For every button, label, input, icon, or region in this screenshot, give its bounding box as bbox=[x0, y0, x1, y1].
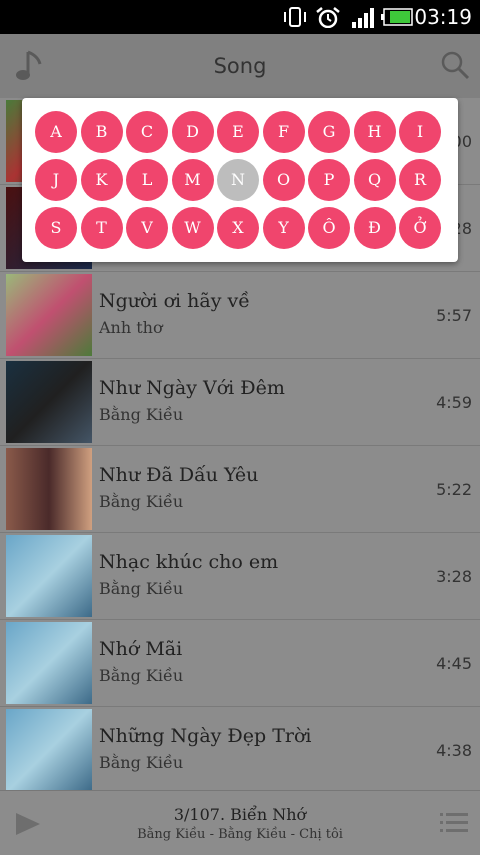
alphabet-picker: ABCDEFGHI JKLMNOPQR STVWXYÔĐỞ bbox=[22, 98, 458, 262]
album-art bbox=[6, 448, 92, 530]
now-playing-title: 3/107. Biển Nhớ bbox=[173, 805, 307, 824]
letter-button[interactable]: D bbox=[171, 111, 214, 153]
song-artist: Bằng Kiều bbox=[99, 405, 184, 424]
list-item[interactable]: Những Ngày Đẹp Trời Bằng Kiều 4:38 bbox=[0, 707, 480, 790]
list-item[interactable]: Người ơi hãy về Anh thơ 5:57 bbox=[0, 272, 480, 359]
letter-button[interactable]: T bbox=[80, 207, 123, 249]
app-bar: Song bbox=[0, 34, 480, 99]
letter-button[interactable]: V bbox=[126, 207, 168, 249]
list-item[interactable]: Như Đã Dấu Yêu Bằng Kiều 5:22 bbox=[0, 446, 480, 533]
mini-player[interactable]: 3/107. Biển Nhớ Bằng Kiều - Bằng Kiều - … bbox=[0, 790, 480, 855]
song-duration: 4:45 bbox=[436, 654, 472, 673]
song-artist: Bằng Kiều bbox=[99, 753, 184, 772]
song-title: Nhớ Mãi bbox=[99, 638, 183, 660]
song-title: Nhạc khúc cho em bbox=[99, 551, 279, 573]
letter-button[interactable]: M bbox=[171, 159, 214, 201]
list-item[interactable]: Nhạc khúc cho em Bằng Kiều 3:28 bbox=[0, 533, 480, 620]
playlist-icon[interactable] bbox=[440, 811, 468, 835]
song-title: Như Ngày Với Đêm bbox=[99, 377, 285, 399]
letter-button[interactable]: J bbox=[35, 159, 77, 201]
list-item[interactable]: Nhớ Mãi Bằng Kiều 4:45 bbox=[0, 620, 480, 707]
letter-button[interactable]: P bbox=[308, 159, 350, 201]
letter-button[interactable]: O bbox=[262, 159, 305, 201]
song-artist: Anh thơ bbox=[99, 318, 163, 337]
song-artist: Bằng Kiều bbox=[99, 492, 184, 511]
letter-button[interactable]: N bbox=[217, 159, 259, 201]
letter-button[interactable]: Y bbox=[262, 207, 305, 249]
letter-button[interactable]: C bbox=[126, 111, 168, 153]
song-duration: 4:38 bbox=[436, 741, 472, 760]
song-title: Những Ngày Đẹp Trời bbox=[99, 725, 312, 747]
status-time: 03:19 bbox=[414, 5, 472, 29]
song-duration: 3:28 bbox=[436, 567, 472, 586]
letter-button[interactable]: Ô bbox=[308, 207, 350, 249]
now-playing-subtitle: Bằng Kiều - Bằng Kiều - Chị tôi bbox=[137, 827, 343, 842]
letter-button[interactable]: W bbox=[171, 207, 214, 249]
alarm-icon bbox=[316, 7, 340, 28]
song-duration: 5:57 bbox=[436, 306, 472, 325]
letter-button[interactable]: H bbox=[353, 111, 396, 153]
letter-button[interactable]: G bbox=[308, 111, 350, 153]
letter-button[interactable]: R bbox=[399, 159, 441, 201]
letter-button[interactable]: A bbox=[35, 111, 77, 153]
letter-button[interactable]: L bbox=[126, 159, 168, 201]
letter-button[interactable]: E bbox=[217, 111, 259, 153]
status-bar: 03:19 bbox=[0, 0, 480, 34]
letter-button[interactable]: S bbox=[35, 207, 77, 249]
page-title: Song bbox=[213, 54, 267, 78]
song-duration: 5:22 bbox=[436, 480, 472, 499]
album-art bbox=[6, 709, 92, 790]
song-artist: Bằng Kiều bbox=[99, 579, 184, 598]
letter-button[interactable]: Q bbox=[353, 159, 396, 201]
album-art bbox=[6, 622, 92, 704]
search-icon[interactable] bbox=[440, 50, 470, 80]
letter-button[interactable]: I bbox=[399, 111, 441, 153]
song-title: Như Đã Dấu Yêu bbox=[99, 464, 259, 486]
song-artist: Bằng Kiều bbox=[99, 666, 184, 685]
letter-button[interactable]: B bbox=[80, 111, 123, 153]
letter-button[interactable]: Đ bbox=[353, 207, 396, 249]
letter-button[interactable]: F bbox=[262, 111, 305, 153]
album-art bbox=[6, 535, 92, 617]
song-title: Người ơi hãy về bbox=[99, 290, 250, 312]
letter-button[interactable]: X bbox=[217, 207, 259, 249]
battery-icon bbox=[381, 8, 413, 26]
vibrate-icon bbox=[284, 7, 306, 27]
signal-icon bbox=[352, 8, 374, 28]
album-art bbox=[6, 361, 92, 443]
letter-button[interactable]: Ở bbox=[399, 207, 441, 249]
song-duration: 4:59 bbox=[436, 393, 472, 412]
list-item[interactable]: Như Ngày Với Đêm Bằng Kiều 4:59 bbox=[0, 359, 480, 446]
album-art bbox=[6, 274, 92, 356]
letter-button[interactable]: K bbox=[80, 159, 123, 201]
